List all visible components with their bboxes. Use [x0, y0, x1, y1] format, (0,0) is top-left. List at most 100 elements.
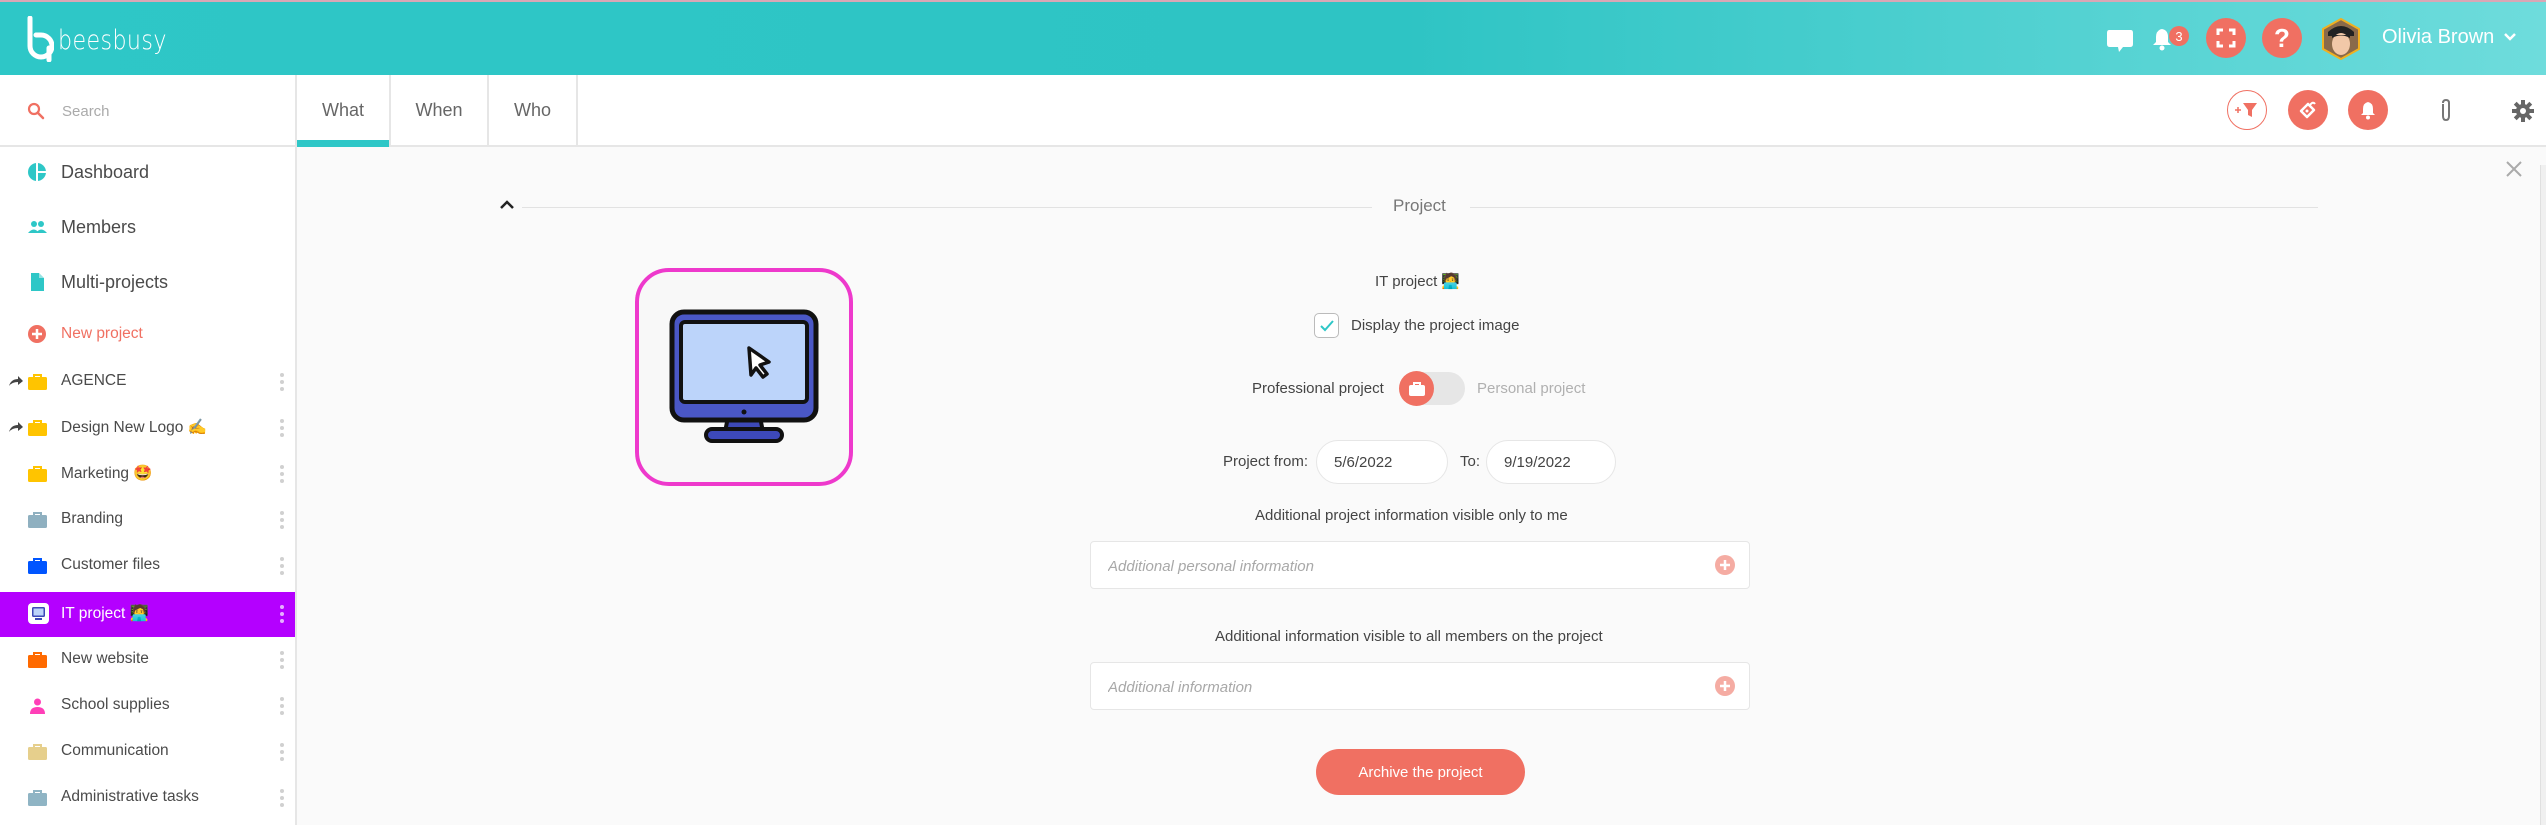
- project-item-label: Communication: [61, 742, 169, 759]
- sidebar-item-label: Multi-projects: [61, 271, 169, 292]
- sidebar-item-members[interactable]: Members: [0, 204, 295, 250]
- brand-name: beesbusy: [58, 25, 167, 56]
- scrollbar[interactable]: [2540, 165, 2546, 825]
- project-item-label: Design New Logo ✍️: [61, 419, 207, 436]
- top-bar: beesbusy 3 ? Olivia Brown: [0, 0, 2546, 75]
- start-date-field[interactable]: 5/6/2022: [1316, 440, 1448, 484]
- plus-icon: [1720, 681, 1730, 691]
- people-icon: [28, 221, 47, 233]
- more-options-icon[interactable]: [280, 419, 284, 437]
- project-item-label: Administrative tasks: [61, 788, 199, 805]
- tag-icon: [2299, 101, 2316, 119]
- toggle-knob[interactable]: [1399, 371, 1434, 406]
- tab-when[interactable]: When: [391, 75, 489, 145]
- shared-arrow-icon: [9, 422, 23, 432]
- close-icon[interactable]: [2505, 160, 2523, 178]
- project-details-panel: [297, 147, 2540, 825]
- project-from-label: Project from:: [1223, 453, 1309, 470]
- sidebar-item-label: Dashboard: [61, 161, 150, 182]
- project-name: IT project 🧑‍💻: [1375, 273, 1461, 290]
- project-item[interactable]: Branding: [0, 498, 295, 543]
- collapse-chevron-icon[interactable]: [499, 199, 515, 211]
- project-item[interactable]: AGENCE: [0, 360, 295, 405]
- more-options-icon[interactable]: [280, 697, 284, 715]
- section-title: Project: [1393, 196, 1446, 215]
- briefcase-icon: [28, 420, 47, 436]
- avatar[interactable]: [2322, 18, 2360, 60]
- sidebar-item-label: Members: [61, 216, 137, 237]
- briefcase-icon: [28, 744, 47, 760]
- more-options-icon[interactable]: [280, 789, 284, 807]
- plus-circle-icon: [28, 325, 46, 343]
- private-info-field[interactable]: [1090, 541, 1750, 589]
- project-to-label: To:: [1460, 453, 1481, 470]
- more-options-icon[interactable]: [280, 465, 284, 483]
- section-divider: [522, 207, 1372, 208]
- sidebar-item-label: New project: [61, 325, 143, 342]
- notifications-button[interactable]: [2348, 90, 2388, 130]
- project-item[interactable]: Customer files: [0, 544, 295, 589]
- professional-project-label[interactable]: Professional project: [1252, 380, 1384, 397]
- add-public-info-button[interactable]: [1715, 676, 1735, 696]
- more-options-icon[interactable]: [280, 743, 284, 761]
- more-options-icon[interactable]: [280, 511, 284, 529]
- tab-bar: What When Who: [297, 75, 2546, 147]
- add-private-info-button[interactable]: [1715, 555, 1735, 575]
- project-item-label: AGENCE: [61, 372, 127, 389]
- search-icon: [27, 102, 45, 120]
- add-filter-button[interactable]: [2227, 90, 2267, 130]
- project-item-label: School supplies: [61, 696, 170, 713]
- person-icon: [30, 698, 45, 714]
- end-date-field[interactable]: 9/19/2022: [1486, 440, 1616, 484]
- project-item[interactable]: Administrative tasks: [0, 776, 295, 821]
- user-name[interactable]: Olivia Brown: [2382, 26, 2494, 49]
- sidebar-item-new-project[interactable]: New project: [0, 311, 295, 357]
- plus-icon: [1720, 560, 1730, 570]
- project-item[interactable]: IT project 🧑‍💻: [0, 592, 295, 637]
- sidebar-item-dashboard[interactable]: Dashboard: [0, 149, 295, 195]
- computer-monitor-icon: [28, 603, 49, 624]
- shared-arrow-icon: [9, 376, 23, 386]
- chevron-down-icon[interactable]: [2503, 32, 2517, 42]
- more-options-icon[interactable]: [280, 605, 284, 623]
- briefcase-icon: [28, 512, 47, 528]
- document-icon: [31, 273, 44, 291]
- public-info-input[interactable]: [1108, 675, 1698, 699]
- briefcase-icon: [28, 374, 47, 390]
- project-item-label: New website: [61, 650, 149, 667]
- help-button[interactable]: ?: [2262, 18, 2302, 58]
- project-item[interactable]: Design New Logo ✍️: [0, 406, 295, 451]
- logo[interactable]: beesbusy: [26, 16, 191, 62]
- fullscreen-button[interactable]: [2206, 18, 2246, 58]
- pie-chart-icon: [28, 163, 46, 181]
- more-options-icon[interactable]: [280, 557, 284, 575]
- public-info-field[interactable]: [1090, 662, 1750, 710]
- paperclip-icon[interactable]: [2439, 98, 2453, 124]
- project-image[interactable]: [635, 268, 853, 486]
- project-item[interactable]: New website: [0, 638, 295, 683]
- private-info-input[interactable]: [1108, 554, 1698, 578]
- search-bar: [0, 75, 295, 147]
- sidebar-item-multi-projects[interactable]: Multi-projects: [0, 259, 295, 305]
- briefcase-icon: [28, 790, 47, 806]
- search-input[interactable]: [62, 95, 282, 127]
- project-item[interactable]: School supplies: [0, 684, 295, 729]
- personal-project-label[interactable]: Personal project: [1477, 380, 1585, 397]
- display-image-label: Display the project image: [1351, 317, 1520, 334]
- project-item[interactable]: Marketing 🤩: [0, 452, 295, 497]
- public-info-label: Additional information visible to all me…: [1215, 628, 1603, 645]
- gear-icon[interactable]: [2512, 100, 2534, 122]
- bell-icon: [2361, 102, 2375, 120]
- archive-project-button[interactable]: Archive the project: [1316, 749, 1525, 795]
- more-options-icon[interactable]: [280, 373, 284, 391]
- project-item[interactable]: Communication: [0, 730, 295, 775]
- tag-button[interactable]: [2288, 90, 2328, 130]
- sidebar: Dashboard Members Multi-projects New pro…: [0, 75, 297, 825]
- checkmark-icon: [1320, 320, 1334, 332]
- display-image-checkbox[interactable]: [1314, 313, 1339, 338]
- tab-who[interactable]: Who: [489, 75, 578, 145]
- briefcase-icon: [28, 652, 47, 668]
- chat-icon[interactable]: [2105, 28, 2135, 54]
- more-options-icon[interactable]: [280, 651, 284, 669]
- tab-what[interactable]: What: [297, 75, 391, 147]
